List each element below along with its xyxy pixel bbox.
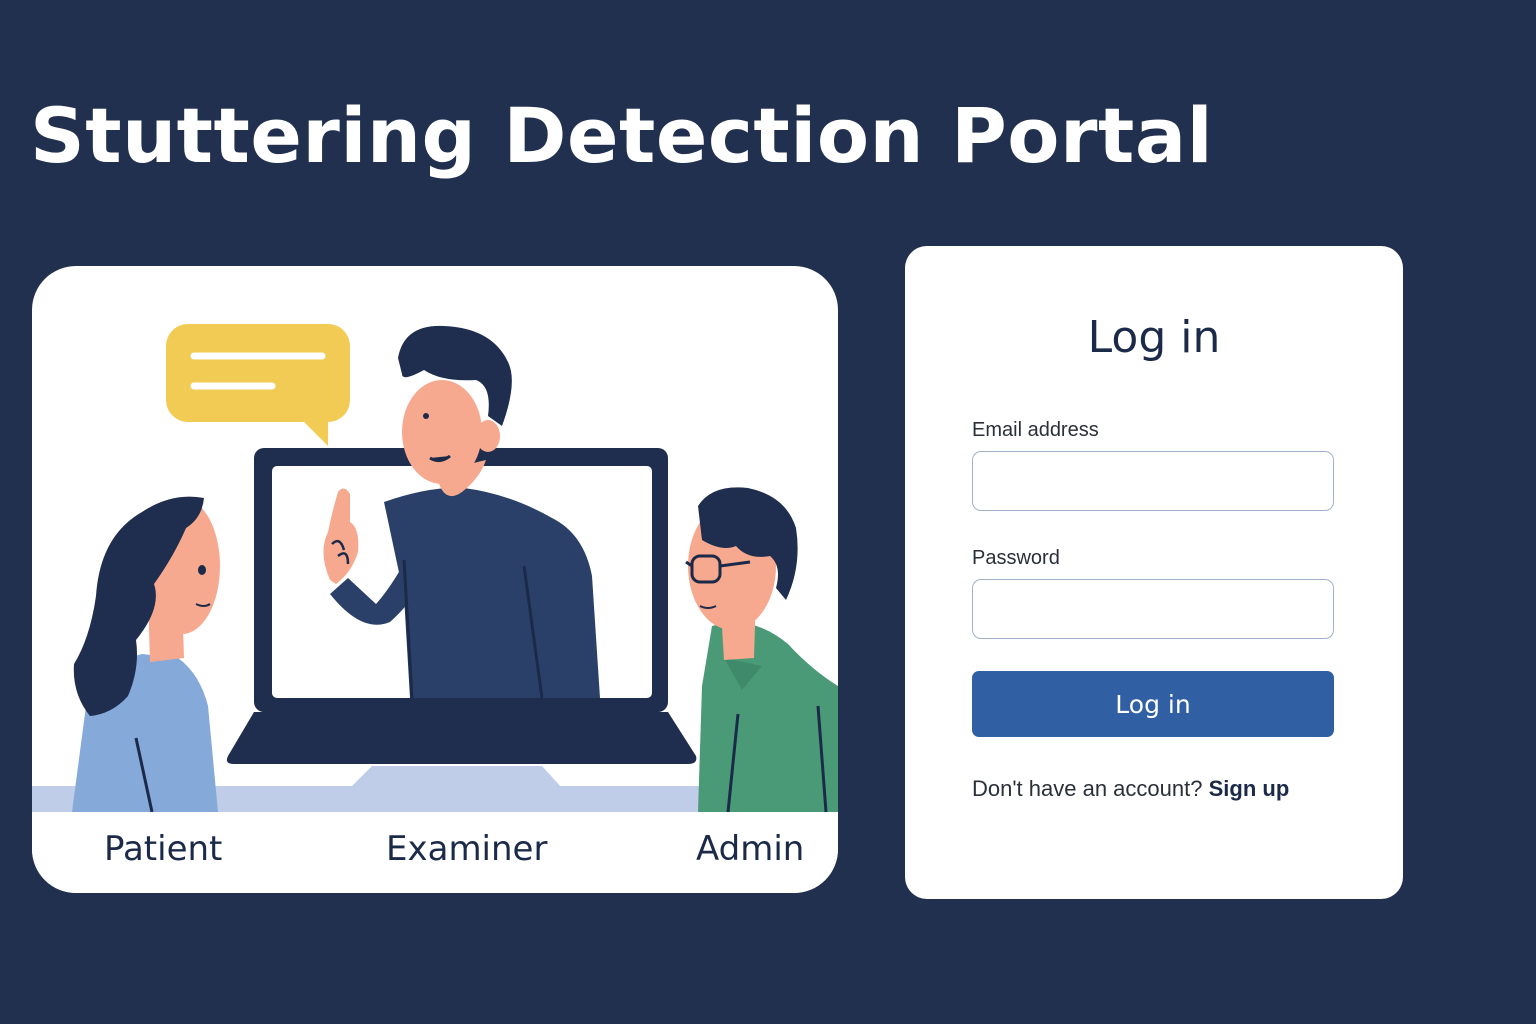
password-field[interactable] bbox=[972, 579, 1334, 639]
speech-bubble-icon bbox=[166, 324, 350, 446]
role-label-examiner: Examiner bbox=[386, 829, 548, 869]
admin-figure bbox=[685, 487, 838, 813]
signup-row: Don't have an account? Sign up bbox=[972, 778, 1289, 800]
login-heading: Log in bbox=[1087, 312, 1221, 363]
signup-prompt: Don't have an account? bbox=[972, 776, 1203, 801]
patient-figure bbox=[72, 496, 220, 813]
page: Stuttering Detection Portal Patient Exam… bbox=[0, 0, 1536, 1024]
role-label-patient: Patient bbox=[104, 829, 223, 869]
telehealth-illustration bbox=[32, 324, 838, 893]
email-label: Email address bbox=[972, 419, 1099, 441]
login-card: Log in Email address Password Log in Don… bbox=[905, 246, 1403, 899]
laptop-stand bbox=[350, 766, 562, 788]
password-label: Password bbox=[972, 547, 1060, 569]
page-title: Stuttering Detection Portal bbox=[30, 91, 1214, 180]
illustration-card: Patient Examiner Admin bbox=[32, 266, 838, 893]
email-field[interactable] bbox=[972, 451, 1334, 511]
signup-link[interactable]: Sign up bbox=[1209, 776, 1290, 801]
role-label-admin: Admin bbox=[696, 829, 805, 869]
login-button[interactable]: Log in bbox=[972, 671, 1334, 737]
